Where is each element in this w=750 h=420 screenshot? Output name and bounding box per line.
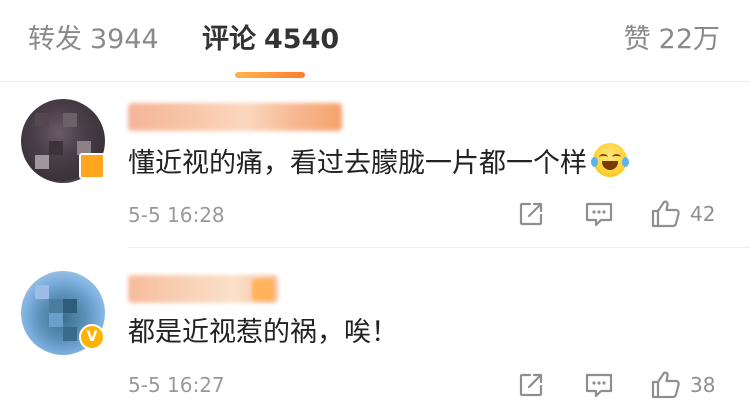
like-count: 42: [690, 202, 716, 226]
member-badge: [79, 153, 105, 179]
share-button[interactable]: [517, 370, 547, 400]
reply-button[interactable]: [584, 199, 614, 229]
active-tab-indicator: [235, 72, 305, 78]
tab-comments-count: 4540: [264, 24, 340, 55]
crying-laughing-emoji-icon: [591, 143, 629, 177]
username-blurred[interactable]: [128, 103, 342, 131]
tab-likes-count: 22万: [658, 24, 720, 55]
tab-repost[interactable]: 转发 3944: [28, 22, 159, 58]
tab-comments[interactable]: 评论 4540: [202, 22, 339, 58]
reply-button[interactable]: [584, 370, 614, 400]
tab-repost-count: 3944: [90, 24, 159, 55]
comment-timestamp: 5-5 16:28: [128, 203, 225, 227]
tab-likes-label: 赞: [623, 24, 651, 55]
share-button[interactable]: [517, 199, 547, 229]
comment-text: 都是近视惹的祸，唉！: [128, 317, 398, 348]
username-level-badge: [252, 279, 274, 301]
comment-item: 懂近视的痛，看过去朦胧一片都一个样 5-5 16:28 42: [0, 83, 750, 248]
tab-likes[interactable]: 赞 22万: [624, 22, 720, 58]
comment-icon: [585, 202, 613, 227]
share-icon: [519, 373, 543, 397]
comment-icon: [585, 373, 613, 398]
like-count: 38: [690, 373, 716, 397]
divider: [128, 247, 750, 248]
like-button[interactable]: 38: [650, 370, 715, 400]
comment-text-content: 懂近视的痛，看过去朦胧一片都一个样: [128, 148, 587, 179]
tab-repost-label: 转发: [28, 24, 82, 55]
like-button[interactable]: 42: [650, 199, 715, 229]
thumbs-up-icon: [651, 371, 680, 399]
comment-timestamp: 5-5 16:27: [128, 373, 225, 397]
tab-bar: 转发 3944 评论 4540 赞 22万: [0, 0, 750, 82]
share-icon: [519, 202, 543, 226]
comment-text: 懂近视的痛，看过去朦胧一片都一个样: [128, 143, 629, 182]
verified-badge: V: [79, 324, 105, 350]
tab-comments-label: 评论: [202, 24, 256, 55]
comment-item: V 都是近视惹的祸，唉！ 5-5 16:27 38: [0, 249, 750, 420]
thumbs-up-icon: [651, 200, 680, 228]
